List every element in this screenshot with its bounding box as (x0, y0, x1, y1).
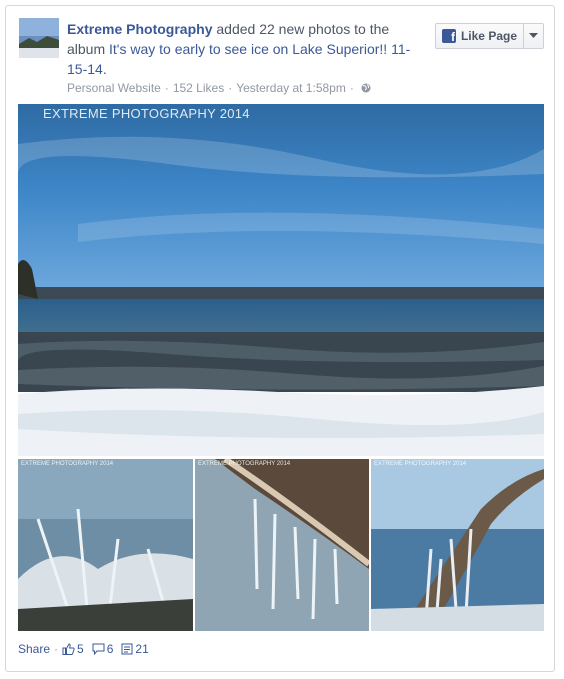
main-photo[interactable]: EXTREME PHOTOGRAPHY 2014 (18, 104, 544, 456)
post-timestamp[interactable]: Yesterday at 1:58pm (236, 80, 346, 96)
comment-icon (92, 643, 105, 655)
like-page-main[interactable]: f Like Page (436, 24, 523, 48)
footer-separator: · (54, 642, 59, 656)
page-category: Personal Website (67, 81, 161, 95)
post-footer: Share · 5 6 21 (18, 642, 157, 656)
share-icon (121, 643, 133, 655)
share-link[interactable]: Share (18, 642, 50, 656)
page-name-link[interactable]: Extreme Photography (67, 21, 212, 37)
shares-count: 21 (135, 642, 149, 656)
main-photo-watermark: EXTREME PHOTOGRAPHY 2014 (43, 106, 250, 121)
facebook-logo-icon: f (441, 29, 456, 43)
thumbnail-photo-3[interactable]: EXTREME PHOTOGRAPHY 2014 (371, 459, 544, 631)
like-page-button[interactable]: f Like Page (434, 23, 544, 49)
page-likes-count[interactable]: 152 Likes (173, 80, 224, 96)
like-page-label: Like Page (460, 29, 517, 43)
thumbnail-watermark: EXTREME PHOTOGRAPHY 2014 (374, 461, 467, 467)
post-card: Extreme Photography added 22 new photos … (5, 5, 555, 672)
thumbnail-watermark: EXTREME PHOTOGRAPHY 2014 (21, 461, 114, 467)
meta-separator: · (349, 81, 354, 95)
page-avatar[interactable] (19, 18, 59, 58)
comments-stat[interactable]: 6 (92, 642, 114, 656)
thumbnail-watermark: EXTREME PHOTOGRAPHY 2014 (198, 461, 291, 467)
likes-count: 5 (77, 642, 84, 656)
thumbnail-photo-1[interactable]: EXTREME PHOTOGRAPHY 2014 (18, 459, 193, 631)
meta-separator: · (164, 81, 169, 95)
post-meta: Personal Website · 152 Likes · Yesterday… (67, 80, 371, 96)
post-headline: Extreme Photography added 22 new photos … (67, 19, 422, 79)
globe-icon[interactable] (361, 83, 371, 93)
dropdown-caret-icon[interactable] (523, 24, 543, 48)
shares-stat[interactable]: 21 (121, 642, 149, 656)
thumbs-up-icon (62, 643, 75, 655)
comments-count: 6 (106, 642, 114, 656)
album-link[interactable]: It's way to early to see ice on Lake Sup… (67, 41, 410, 77)
album-suffix: . (102, 61, 107, 77)
meta-separator: · (228, 81, 233, 95)
thumbnail-photo-2[interactable]: EXTREME PHOTOGRAPHY 2014 (195, 459, 369, 631)
likes-stat[interactable]: 5 (62, 642, 84, 656)
